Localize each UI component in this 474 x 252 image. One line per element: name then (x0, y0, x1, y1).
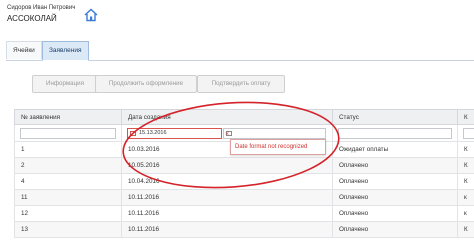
filter-extra-input[interactable] (463, 127, 474, 139)
tab-cells[interactable]: Ячейки (6, 41, 42, 59)
table-row[interactable]: 12 10.11.2016 Оплачено к (14, 205, 474, 222)
tab-applications[interactable]: Заявления (42, 41, 89, 61)
filter-cell-number (14, 124, 122, 142)
cell-status: Ожидает оплаты (332, 141, 458, 158)
cell-number: 4 (14, 173, 122, 190)
filter-date-to-input[interactable] (223, 127, 326, 139)
cell-status: Оплачено (332, 173, 458, 190)
cell-status: Оплачено (332, 205, 458, 222)
cell-extra: К (457, 173, 474, 190)
info-button[interactable]: Информация (32, 75, 98, 93)
cell-date: 10.11.2016 (121, 221, 333, 238)
column-header-extra[interactable]: К (457, 109, 474, 125)
applications-table: № заявления Дата создания Статус К 15.13… (14, 109, 474, 238)
filter-date-from-input[interactable]: 15.13.2016 (127, 127, 222, 139)
cell-number: 13 (14, 221, 122, 238)
cell-status: Оплачено (332, 221, 458, 238)
table-row[interactable]: 13 10.11.2016 Оплачено К (14, 221, 474, 238)
column-header-date[interactable]: Дата создания (121, 109, 333, 125)
tab-bar: Ячейки Заявления (6, 40, 474, 61)
cell-date: 10.11.2016 (121, 189, 333, 206)
cell-extra: к (457, 189, 474, 206)
cell-extra: К (457, 157, 474, 174)
filter-date-from-value: 15.13.2016 (139, 129, 167, 136)
cell-number: 2 (14, 157, 122, 174)
column-header-status[interactable]: Статус (332, 109, 458, 125)
cell-extra: к (457, 205, 474, 222)
column-header-number[interactable]: № заявления (14, 109, 122, 125)
filter-cell-status (332, 124, 458, 142)
table-row[interactable]: 4 10.04.2016 Оплачено К (14, 173, 474, 190)
date-error-tooltip: Date format not recognized (230, 139, 326, 155)
table-row[interactable]: 2 10.05.2016 Оплачено К (14, 157, 474, 174)
cell-number: 12 (14, 205, 122, 222)
confirm-payment-button[interactable]: Подтвердить оплату (197, 75, 285, 93)
clear-icon[interactable]: × (225, 131, 229, 138)
cell-status: Оплачено (332, 157, 458, 174)
filter-status-select[interactable] (338, 127, 452, 139)
filter-number-input[interactable] (20, 127, 116, 139)
home-icon[interactable] (84, 8, 98, 22)
cell-number: 11 (14, 189, 122, 206)
cell-date: 10.04.2016 (121, 173, 333, 190)
cell-extra: К (457, 221, 474, 238)
filter-cell-extra (457, 124, 474, 142)
user-name: Сидоров Иван Петрович (7, 5, 76, 11)
table-row[interactable]: 11 10.11.2016 Оплачено к (14, 189, 474, 206)
cell-number: 1 (14, 141, 122, 158)
cell-date: 10.05.2016 (121, 157, 333, 174)
cell-status: Оплачено (332, 189, 458, 206)
applications-grid: № заявления Дата создания Статус К 15.13… (14, 109, 474, 252)
continue-button[interactable]: Продолжить оформление (95, 75, 197, 93)
calendar-icon[interactable] (130, 130, 136, 136)
org-name: АССОКОЛАЙ (7, 14, 57, 23)
cell-date: 10.11.2016 (121, 205, 333, 222)
cell-extra: К (457, 141, 474, 158)
